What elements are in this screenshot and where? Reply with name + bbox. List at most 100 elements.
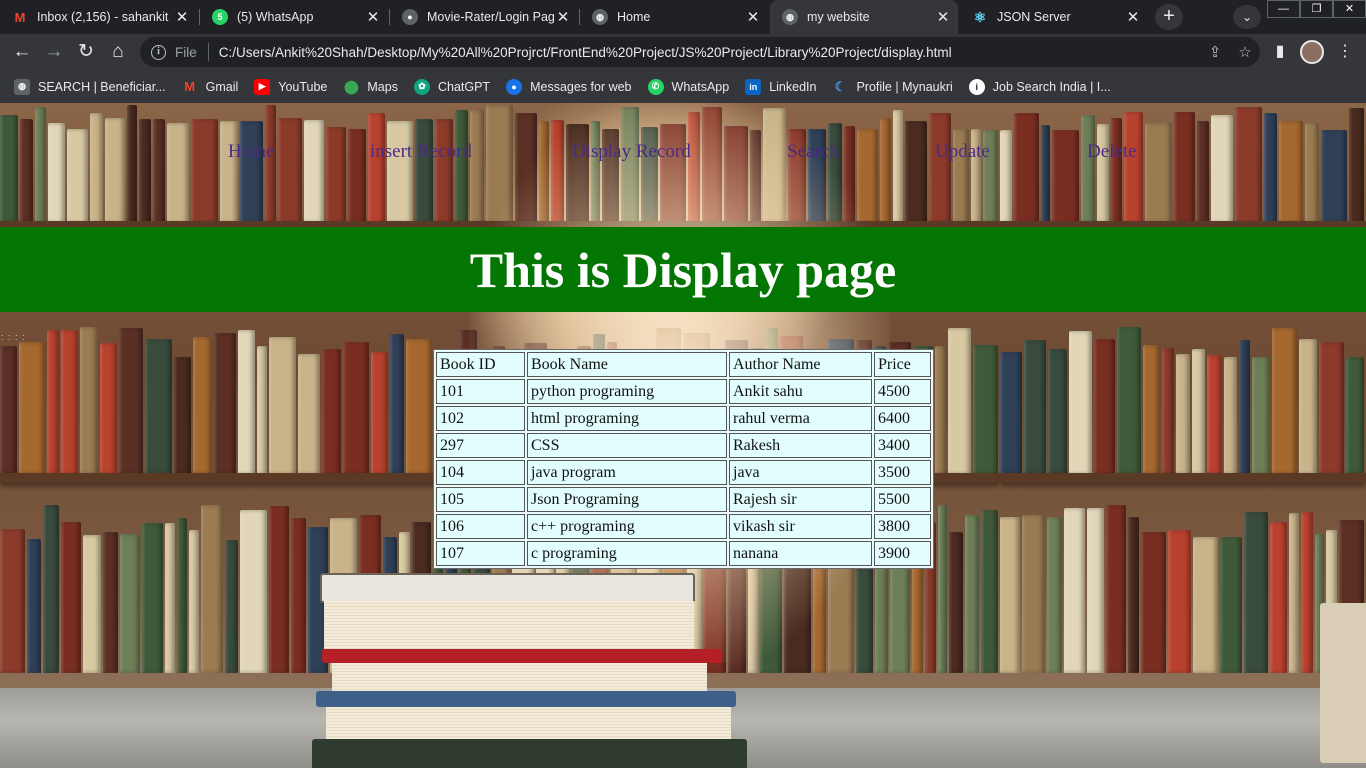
close-icon[interactable]: ✕ <box>364 8 382 26</box>
nav-display-record[interactable]: Display Record <box>572 141 691 163</box>
info-icon[interactable]: i <box>151 44 166 60</box>
restore-icon[interactable]: ❐ <box>1300 0 1333 18</box>
background-book-spine <box>937 504 948 673</box>
close-icon[interactable]: ✕ <box>1124 8 1142 26</box>
cell-book-name: html programing <box>527 406 727 431</box>
close-window-icon[interactable]: ✕ <box>1333 0 1366 18</box>
table-header-row: Book ID Book Name Author Name Price <box>436 352 931 377</box>
tab-strip: M Inbox (2,156) - sahankit ✕ 5 (5) Whats… <box>0 0 1366 34</box>
background-book-spine <box>1021 514 1045 673</box>
background-book-spine <box>167 122 189 225</box>
table-row: 107 c programing nanana 3900 <box>436 541 931 566</box>
minimize-icon[interactable]: — <box>1267 0 1300 18</box>
site-nav: Home insert Record Display Record Search… <box>0 141 1366 171</box>
background-book-spine <box>904 121 928 225</box>
cell-book-id: 107 <box>436 541 525 566</box>
bookmark-label: Gmail <box>205 79 239 94</box>
globe-icon: ◍ <box>782 9 798 25</box>
background-book-spine <box>1096 123 1109 225</box>
tab-home[interactable]: ◍ Home ✕ <box>580 0 768 34</box>
background-book-spine <box>371 352 389 475</box>
background-book-spine <box>138 118 151 225</box>
tab-whatsapp[interactable]: 5 (5) WhatsApp ✕ <box>200 0 388 34</box>
url-text[interactable]: C:/Users/Ankit%20Shah/Desktop/My%20All%2… <box>219 45 1200 60</box>
background-book-spine <box>1301 511 1313 673</box>
table-row: 104 java program java 3500 <box>436 460 931 485</box>
tab-github[interactable]: ● Movie-Rater/Login Page ✕ <box>390 0 578 34</box>
bookmark-item[interactable]: M Gmail <box>182 79 239 95</box>
background-book-spine <box>238 329 256 475</box>
background-book-spine <box>1145 122 1173 225</box>
close-icon[interactable]: ✕ <box>554 8 572 26</box>
side-panel-icon[interactable]: ▮ <box>1266 38 1294 66</box>
share-icon[interactable]: ⇪ <box>1200 43 1230 61</box>
whatsapp-icon: 5 <box>212 9 228 25</box>
close-icon[interactable]: ✕ <box>934 8 952 26</box>
background-book-spine <box>268 506 289 673</box>
bookmark-item[interactable]: ✆ WhatsApp <box>647 78 729 95</box>
cell-author-name: vikash sir <box>729 514 872 539</box>
avatar[interactable] <box>1300 40 1324 64</box>
tab-title: (5) WhatsApp <box>237 10 314 24</box>
close-icon[interactable]: ✕ <box>173 8 191 26</box>
background-book-spine <box>100 343 118 475</box>
background-book-spine <box>83 535 102 673</box>
bookmarks-bar: ◍ SEARCH | Beneficiar... M Gmail ▶ YouTube … <box>0 70 1366 103</box>
back-icon[interactable]: ← <box>8 38 36 66</box>
tab-title: Inbox (2,156) - sahankit <box>37 10 169 24</box>
youtube-icon: ▶ <box>254 78 271 95</box>
cell-book-name: c++ programing <box>527 514 727 539</box>
bookmark-star-icon[interactable]: ☆ <box>1230 43 1260 61</box>
home-icon[interactable]: ⌂ <box>104 38 132 66</box>
bookmark-item[interactable]: ✿ ChatGPT <box>413 78 491 95</box>
bookmark-item[interactable]: ◍ SEARCH | Beneficiar... <box>14 78 166 95</box>
library-background-image-repeat <box>1000 103 1366 768</box>
cell-price: 3900 <box>874 541 931 566</box>
background-book-spine <box>297 353 320 475</box>
background-book-spine <box>213 332 237 475</box>
background-book-spine <box>277 117 303 225</box>
tab-my-website[interactable]: ◍ my website ✕ <box>770 0 958 34</box>
nav-search[interactable]: Search <box>787 141 839 163</box>
background-book-spine <box>152 118 166 225</box>
address-bar[interactable]: i File C:/Users/Ankit%20Shah/Desktop/My%… <box>140 37 1260 67</box>
window-controls: — ❐ ✕ <box>1267 0 1366 18</box>
background-book-spine <box>42 504 59 673</box>
cell-book-id: 104 <box>436 460 525 485</box>
cell-author-name: Ankit sahu <box>729 379 872 404</box>
background-book-spine <box>406 338 432 475</box>
nav-insert-record[interactable]: insert Record <box>370 141 472 163</box>
menu-icon[interactable]: ⋮ <box>1331 38 1359 66</box>
background-book-spine <box>948 328 972 475</box>
background-book-spine <box>1224 356 1237 475</box>
background-book-spine <box>342 341 370 475</box>
nav-home[interactable]: Home <box>228 141 274 163</box>
gmail-icon: M <box>14 9 26 25</box>
bookmark-item[interactable]: ⬤ Maps <box>343 79 398 95</box>
background-book-spine <box>973 344 999 475</box>
background-book-spine <box>219 121 239 225</box>
books-table: Book ID Book Name Author Name Price 101 p… <box>433 349 934 569</box>
globe-icon: ◍ <box>14 78 30 95</box>
divider <box>207 43 209 61</box>
tab-search-button[interactable]: ⌄ <box>1233 5 1261 29</box>
bookmark-item[interactable]: ● Messages for web <box>506 78 632 95</box>
bookmark-item[interactable]: in LinkedIn <box>745 78 816 95</box>
nav-update[interactable]: Update <box>935 141 990 163</box>
close-icon[interactable]: ✕ <box>744 8 762 26</box>
reload-icon[interactable]: ↻ <box>72 38 100 66</box>
bookmark-item[interactable]: i Job Search India | I... <box>968 78 1111 95</box>
background-book-spine <box>48 122 65 225</box>
globe-icon: ◍ <box>592 9 608 25</box>
nav-delete[interactable]: Delete <box>1087 141 1137 163</box>
new-tab-button[interactable]: + <box>1155 4 1183 30</box>
forward-icon[interactable]: → <box>40 38 68 66</box>
bookmark-item[interactable]: ☾ Profile | Mynaukri <box>832 79 953 95</box>
github-icon: ● <box>402 9 418 25</box>
tab-gmail[interactable]: M Inbox (2,156) - sahankit ✕ <box>0 0 197 34</box>
bookmark-label: YouTube <box>278 79 328 94</box>
background-book-spine <box>321 349 341 475</box>
tab-json-server[interactable]: ⚛ JSON Server ✕ <box>960 0 1148 34</box>
bookmark-item[interactable]: ▶ YouTube <box>254 78 328 95</box>
bookmark-label: ChatGPT <box>437 79 491 94</box>
